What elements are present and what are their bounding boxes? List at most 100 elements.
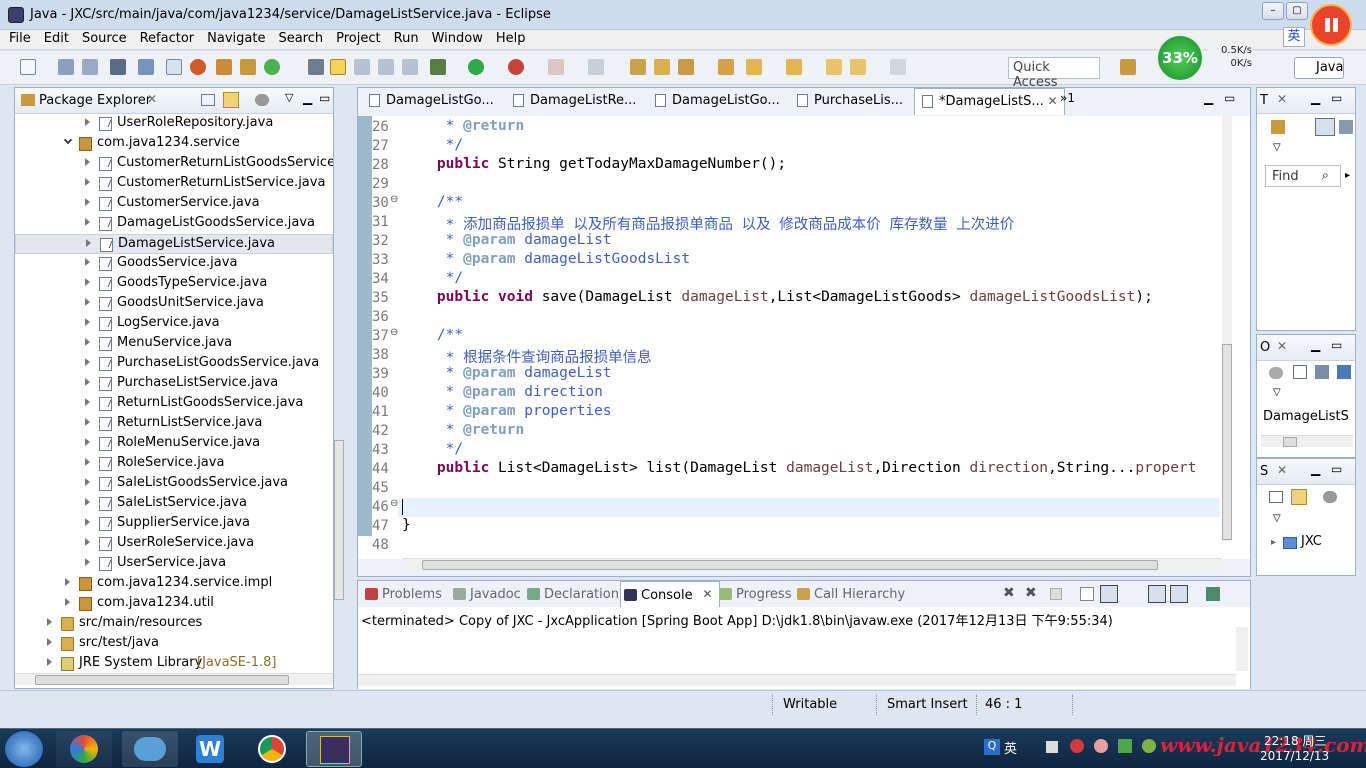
collapsed-twisty-icon[interactable] [85,118,90,126]
menu-help[interactable]: Help [492,30,530,46]
open-resource-icon[interactable] [654,59,670,75]
stop-icon[interactable] [548,59,564,75]
pause-recording-icon[interactable] [1310,4,1352,46]
tray-icon[interactable] [1142,739,1156,753]
outline-tree[interactable]: DamageListS [1261,407,1353,451]
new-icon[interactable] [20,59,36,75]
close-icon[interactable]: ✕ [1277,463,1287,477]
back-icon[interactable] [850,59,866,75]
project-jxc[interactable]: JXC [1301,534,1322,549]
collapsed-twisty-icon[interactable] [86,239,91,247]
collapsed-twisty-icon[interactable] [85,498,90,506]
minimize-view-icon[interactable]: ▁ [1311,462,1320,476]
tree-folder-item[interactable]: src/main/resources [15,614,333,634]
start-button[interactable] [4,730,44,768]
quick-access-input[interactable]: Quick Access [1008,57,1100,90]
editor-tab[interactable]: DamageListRe... [506,88,642,114]
tree-file-item[interactable]: UserRoleRepository.java [15,114,333,134]
collapsed-twisty-icon[interactable] [85,198,90,206]
collapsed-twisty-icon[interactable] [85,158,90,166]
stop-console-icon[interactable] [1050,588,1062,600]
run-external-icon[interactable] [508,59,524,75]
collapsed-twisty-icon[interactable] [85,438,90,446]
code-vertical-scrollbar[interactable] [1222,116,1232,541]
run-icon[interactable] [468,59,484,75]
outline-dropdown-icon[interactable]: ▽ [1273,387,1281,398]
open-perspective-icon[interactable] [1120,59,1136,75]
new-class-icon[interactable] [264,59,280,75]
outline-item[interactable]: DamageListS [1263,409,1349,424]
console-tab[interactable]: Console ✕ [620,581,720,607]
servers-filter-icon[interactable] [1323,491,1337,503]
search-tool-icon[interactable] [678,59,694,75]
collapsed-twisty-icon[interactable] [65,598,70,606]
maximize-view-icon[interactable]: ▭ [1331,338,1342,352]
clear-console-icon[interactable] [1080,587,1094,601]
tree-file-item[interactable]: CustomerReturnListGoodsService.java [15,154,333,174]
taskbar-chrome[interactable] [244,731,300,767]
tree-package-item[interactable]: com.java1234.util [15,594,333,614]
code-area[interactable]: 26 * @return 27 */ 28 public String getTod… [358,116,1250,559]
collapsed-twisty-icon[interactable] [85,478,90,486]
tray-icon[interactable] [1046,741,1058,753]
close-icon[interactable]: ✕ [703,587,713,601]
coverage-icon[interactable] [588,59,604,75]
view-menu-icon[interactable]: ▽ [285,91,293,104]
tab-overflow[interactable]: »1 [1060,91,1075,105]
find-input[interactable]: Find ⌕ [1265,165,1341,187]
menu-edit[interactable]: Edit [40,30,73,46]
collapsed-twisty-icon[interactable] [85,298,90,306]
tree-file-item[interactable]: ReturnListGoodsService.java [15,394,333,414]
menu-navigate[interactable]: Navigate [203,30,269,46]
open-task-icon[interactable] [190,59,206,75]
mark-occurrences-icon[interactable] [330,59,346,75]
tree-file-item[interactable]: RoleMenuService.java [15,434,333,454]
collapsed-twisty-icon[interactable] [85,358,90,366]
link-servers-icon[interactable] [1291,489,1307,505]
last-edit-icon[interactable] [826,59,842,75]
close-icon[interactable]: ✕ [1277,92,1287,106]
tree-file-item[interactable]: GoodsTypeService.java [15,274,333,294]
tree-package-item[interactable]: com.java1234.service [15,134,333,154]
display-console-icon[interactable] [1170,585,1188,603]
collapsed-twisty-icon[interactable] [85,318,90,326]
word-wrap-icon[interactable] [402,59,418,75]
expand-icon[interactable]: ▸ [1271,537,1276,548]
link-with-editor-icon[interactable] [223,92,239,108]
save-icon[interactable] [58,59,74,75]
ime-indicator[interactable]: 英 [1283,27,1305,47]
tree-file-item[interactable]: CustomerService.java [15,194,333,214]
minimize-view-icon[interactable]: ▁ [303,91,312,105]
javadoc-tab[interactable]: Javadoc [450,581,521,607]
tree-file-item[interactable]: GoodsService.java [15,254,333,274]
ime-q-icon[interactable]: Q [984,739,1000,755]
tray-icon[interactable] [1070,739,1084,753]
minimize-button[interactable]: – [1262,2,1284,20]
close-icon[interactable]: ✕ [1277,339,1287,353]
link-icon[interactable] [308,59,324,75]
tree-vertical-scrollbar[interactable] [334,440,344,600]
taskbar-ime[interactable]: 英 [1004,738,1017,757]
maximize-view-icon[interactable]: ▭ [1331,462,1342,476]
collapsed-twisty-icon[interactable] [47,658,52,666]
collapsed-twisty-icon[interactable] [85,398,90,406]
tree-file-item[interactable]: UserService.java [15,554,333,574]
new-java-project-icon[interactable] [216,59,232,75]
collapsed-twisty-icon[interactable] [85,418,90,426]
debug-icon[interactable] [430,59,446,75]
open-type-icon[interactable] [630,59,646,75]
taskbar-app-2[interactable] [122,731,178,767]
collapsed-twisty-icon[interactable] [85,278,90,286]
categorize-icon[interactable] [1315,118,1335,136]
tree-horizontal-scrollbar[interactable] [15,673,333,685]
declaration-tab[interactable]: Declaration [524,581,619,607]
hide-nonpublic-icon[interactable] [1337,365,1351,379]
tree-file-item[interactable]: PurchaseListService.java [15,374,333,394]
task-dropdown-icon[interactable]: ▽ [1273,142,1281,153]
print-icon[interactable] [110,59,126,75]
collapsed-twisty-icon[interactable] [85,218,90,226]
tree-file-item[interactable]: LogService.java [15,314,333,334]
taskbar-app-1[interactable] [56,731,112,767]
fold-toggle-icon[interactable]: ⊖ [390,498,398,509]
progress-tab[interactable]: Progress [716,581,791,607]
